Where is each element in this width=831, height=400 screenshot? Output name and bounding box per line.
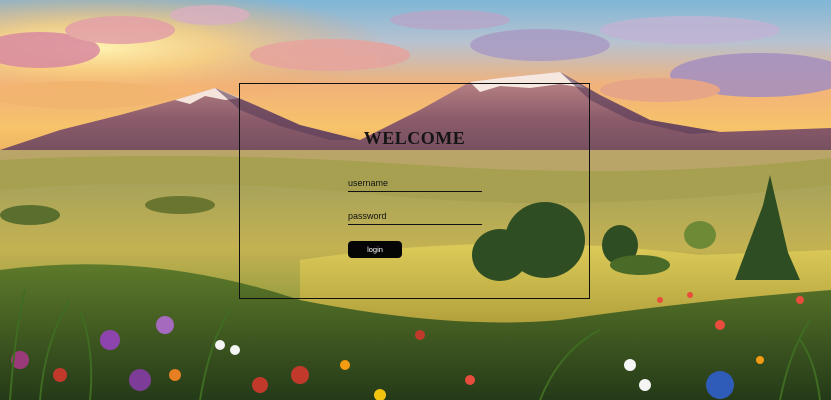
- username-input[interactable]: [348, 176, 482, 192]
- welcome-title: WELCOME: [363, 128, 466, 148]
- login-form: WELCOME login: [239, 83, 590, 299]
- password-input[interactable]: [348, 209, 482, 225]
- login-button[interactable]: login: [348, 241, 402, 258]
